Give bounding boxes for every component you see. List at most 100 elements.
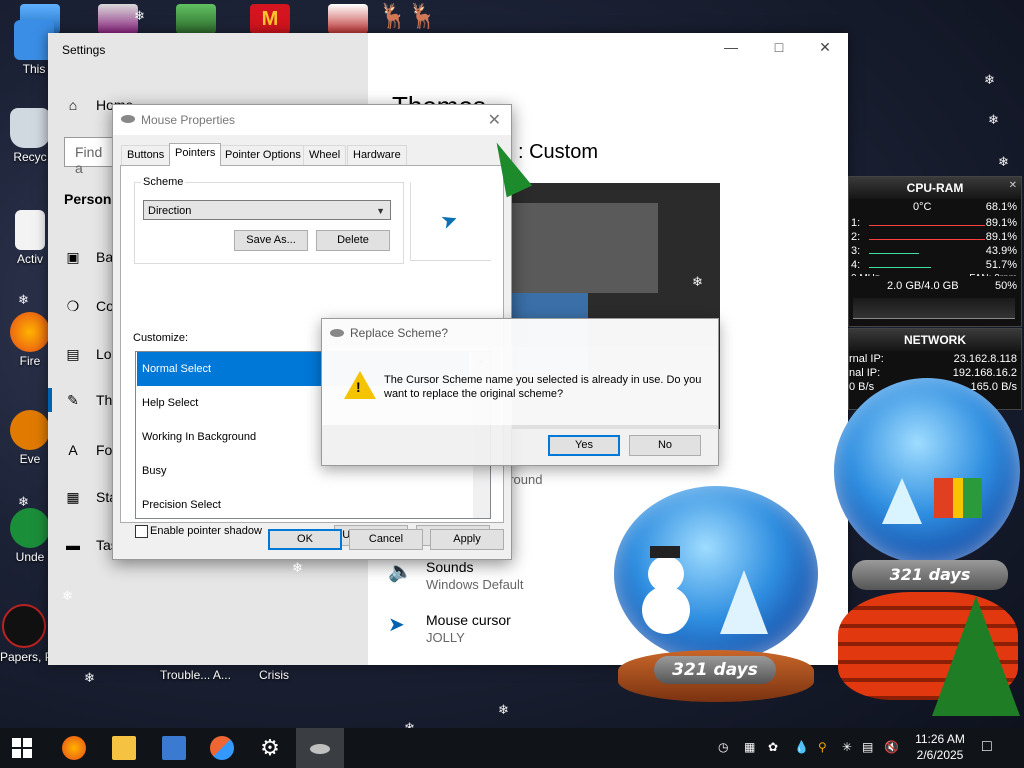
nav-item-label: Lo xyxy=(96,346,112,362)
list-item[interactable]: Precision Select xyxy=(137,488,469,518)
settings-gear-icon[interactable]: ⚙ xyxy=(258,736,282,760)
nav-item-label: Ba xyxy=(96,249,114,265)
tray-app-icon[interactable]: ▦ xyxy=(744,740,755,754)
snowflake-icon: ❄ xyxy=(692,274,703,289)
list-item-label: Busy xyxy=(142,465,167,477)
nav-taskbar[interactable]: ▬ Tas xyxy=(64,533,118,557)
nav-colors[interactable]: ❍ Co xyxy=(64,294,114,318)
tray-app-icon[interactable]: ✳ xyxy=(842,740,852,754)
clock[interactable]: 11:26 AM 2/6/2025 xyxy=(914,732,966,762)
pointer-preview-cursor-icon: ➤ xyxy=(437,207,462,235)
globe-sphere xyxy=(614,486,818,662)
cancel-button[interactable]: Cancel xyxy=(349,529,423,550)
core-bar xyxy=(869,267,931,268)
mcdonalds-icon[interactable]: M xyxy=(250,4,290,34)
core-bar xyxy=(869,225,985,226)
desktop-icon-label[interactable]: Crisis xyxy=(259,668,289,682)
tray-droplet-icon[interactable]: 💧 xyxy=(794,740,809,754)
firefox-taskbar-icon[interactable] xyxy=(62,736,86,760)
nav-start[interactable]: ▦ Sta xyxy=(64,485,117,509)
snowflake-icon: ❄ xyxy=(84,670,95,685)
customize-label: Customize: xyxy=(133,332,189,344)
network-app-icon[interactable] xyxy=(162,736,186,760)
tray-app-icon[interactable]: ✿ xyxy=(768,740,778,754)
close-icon[interactable]: ✕ xyxy=(1009,180,1017,191)
game-icon xyxy=(10,508,50,548)
nav-lock-screen[interactable]: ▤ Lo xyxy=(64,342,112,366)
desktop-shortcut-icon[interactable] xyxy=(328,4,368,34)
nav-background[interactable]: ▣ Ba xyxy=(64,245,113,269)
windows-start-icon[interactable] xyxy=(12,738,32,758)
active-mouse-properties-taskbar-item[interactable] xyxy=(296,728,344,768)
christmas-tree-icon xyxy=(932,596,1020,716)
notification-icon[interactable]: □ xyxy=(982,738,992,756)
cpu-temp: 0°C xyxy=(913,201,932,213)
desktop-icon-label: Unde xyxy=(15,550,45,564)
globe-day-counter: 321 days xyxy=(852,560,1008,590)
desktop-icon-label: Activ xyxy=(16,252,43,266)
delete-button[interactable]: Delete xyxy=(316,230,390,251)
volume-muted-icon[interactable]: 🔇 xyxy=(884,740,899,754)
nav-section-title: Persona xyxy=(64,191,120,207)
pointer-shadow-label[interactable]: Enable pointer shadow xyxy=(150,525,262,537)
clock-time: 11:26 AM xyxy=(915,732,965,746)
core-bar xyxy=(869,253,919,254)
sounds-label: Sounds xyxy=(426,559,474,575)
file-explorer-icon[interactable] xyxy=(112,736,136,760)
desktop-shortcut-icon[interactable] xyxy=(176,4,216,34)
apply-button[interactable]: Apply xyxy=(430,529,504,550)
tab-wheel[interactable]: Wheel xyxy=(303,145,347,165)
tab-hardware[interactable]: Hardware xyxy=(347,145,407,165)
ram-usage: 2.0 GB/4.0 GB xyxy=(887,280,959,292)
dialog-title: Replace Scheme? xyxy=(350,326,449,340)
scheme-select[interactable]: Direction ▼ xyxy=(143,200,391,220)
gadget-title: CPU-RAM xyxy=(849,177,1021,199)
picture-icon: ▣ xyxy=(66,248,80,265)
pointer-shadow-checkbox[interactable] xyxy=(135,525,148,538)
core-value: 43.9% xyxy=(985,245,1017,257)
snowflake-icon: ❄ xyxy=(984,72,995,87)
replace-scheme-dialog: Replace Scheme? ! The Cursor Scheme name… xyxy=(321,318,719,466)
tray-search-icon[interactable]: ⚲ xyxy=(818,740,827,754)
save-as-button[interactable]: Save As... xyxy=(234,230,308,251)
close-button[interactable]: ✕ xyxy=(802,39,848,59)
mouse-cursor-setting[interactable]: ➤ Mouse cursor JOLLY xyxy=(388,612,511,645)
scheme-label: Scheme xyxy=(141,176,186,188)
upload-rate: 0 B/s xyxy=(849,381,875,393)
lock-screen-icon: ▤ xyxy=(66,345,80,362)
desktop-icon-papers-please[interactable]: Papers, P xyxy=(0,604,53,664)
no-button[interactable]: No xyxy=(629,435,701,456)
maximize-button[interactable]: □ xyxy=(756,39,802,59)
minimize-button[interactable]: — xyxy=(708,39,754,59)
snowflake-icon: ❄ xyxy=(18,494,29,509)
snowflake-icon: ❄ xyxy=(18,292,29,307)
dialog-titlebar: Mouse Properties ✕ xyxy=(113,105,511,135)
list-item-label: Working In Background xyxy=(142,431,257,443)
close-icon[interactable]: ✕ xyxy=(488,110,501,130)
preview-window xyxy=(508,203,658,293)
snowflake-icon: ❄ xyxy=(292,560,303,575)
app-icon[interactable] xyxy=(210,736,234,760)
tab-pointers[interactable]: Pointers xyxy=(169,143,222,166)
desktop-icon-label: Papers, P xyxy=(0,650,53,664)
reindeer-decoration-icon: 🦌🦌 xyxy=(378,3,438,30)
taskbar: ⚙ ◷ ▦ ✿ 💧 ⚲ ✳ ▤ 🔇 11:26 AM 2/6/2025 □ xyxy=(0,728,1024,768)
snowflake-icon: ❄ xyxy=(998,154,1009,169)
mouse-cursor-label: Mouse cursor xyxy=(426,612,511,628)
dialog-titlebar: Replace Scheme? xyxy=(322,319,718,347)
tab-buttons[interactable]: Buttons xyxy=(121,145,171,165)
sounds-setting[interactable]: 🔈 Sounds Windows Default xyxy=(388,559,524,592)
firefox-icon xyxy=(10,312,50,352)
tab-pointer-options[interactable]: Pointer Options xyxy=(219,145,307,165)
core-value: 89.1% xyxy=(985,217,1017,229)
tray-clock-icon[interactable]: ◷ xyxy=(718,740,728,754)
ram-gadget: 2.0 GB/4.0 GB 50% xyxy=(848,276,1022,327)
ok-button[interactable]: OK xyxy=(268,529,342,550)
desktop-icon-label[interactable]: Trouble... A... xyxy=(160,668,231,682)
yes-button[interactable]: Yes xyxy=(548,435,620,456)
snowflake-icon: ❄ xyxy=(824,522,835,537)
network-icon[interactable]: ▤ xyxy=(862,740,873,754)
nav-fonts[interactable]: A Fo xyxy=(64,438,112,462)
core-label: 3: xyxy=(851,245,861,257)
desktop-shortcut-icon[interactable] xyxy=(98,4,138,34)
